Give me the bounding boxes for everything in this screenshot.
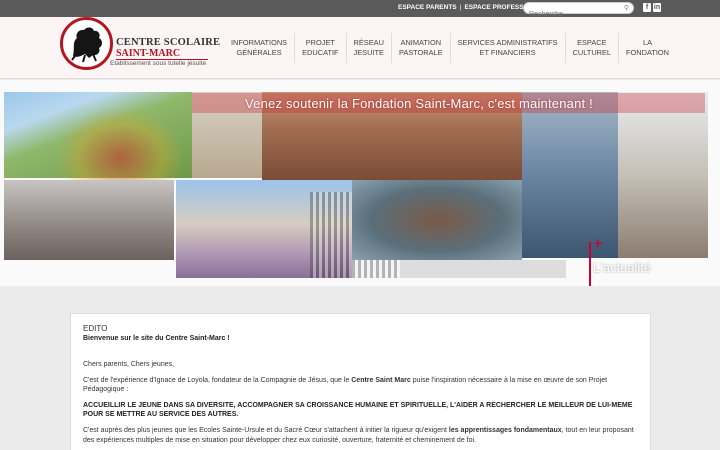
nav-item-animation-pastorale[interactable]: ANIMATION PASTORALE [392,33,451,63]
search-box: ⚲ [523,2,634,20]
photo-emblem-overlay [60,110,180,190]
main-nav: INFORMATIONS GÉNÉRALES PROJET EDUCATIF RÉS… [224,33,676,63]
top-links: ESPACE PARENTS | ESPACE PROFESSEURS [398,4,542,11]
edito-subtitle: Bienvenue sur le site du Centre Saint-Ma… [83,335,230,342]
photo-group [4,180,174,260]
edito-title: EDITO [83,324,108,333]
nav-item-projet-educatif[interactable]: PROJET EDUCATIF [295,33,347,63]
photo-stained-glass [522,92,618,258]
facebook-icon[interactable]: f [643,3,651,12]
nav-item-services[interactable]: SERVICES ADMINISTRATIFS ET FINANCIERS [451,33,566,63]
logo-title: CENTRE SCOLAIRE [116,37,221,48]
search-icon[interactable]: ⚲ [624,4,629,12]
photo-facade [618,92,708,258]
actualite-link[interactable]: L'actualité [593,260,651,275]
site-header: CENTRE SCOLAIRE SAINT-MARC Etablissement… [0,17,720,79]
hero-banner[interactable]: Venez soutenir la Fondation Saint-Marc, … [0,80,720,286]
site-logo[interactable]: CENTRE SCOLAIRE SAINT-MARC Etablissement… [60,17,220,75]
nav-item-fondation[interactable]: LA FONDATION [619,33,676,63]
edito-greeting: Chers parents, Chers jeunes, [83,361,175,368]
logo-subtitle: Etablissement sous tutelle jésuite [110,60,207,67]
banner-headline[interactable]: Venez soutenir la Fondation Saint-Marc, … [245,96,593,111]
edito-mission-statement: ACCUEILLIR LE JEUNE DANS SA DIVERSITE, A… [83,401,633,419]
top-bar: ESPACE PARENTS|ESPACE PROFESSEURS ⚲ f in [0,0,720,20]
nav-item-reseau-jesuite[interactable]: RÉSEAU JESUITE [347,33,392,63]
edito-section: EDITO Bienvenue sur le site du Centre Sa… [70,313,651,450]
photo-strip [400,260,566,278]
edito-paragraph: C'est auprès des plus jeunes que les Eco… [83,426,634,444]
actualite-plus-icon: + [594,235,603,251]
logo-title-name: SAINT-MARC [116,48,181,59]
griffin-emblem-icon [60,17,113,70]
social-links: f in [643,3,661,12]
espace-parents-link[interactable]: ESPACE PARENTS [398,4,457,11]
top-links-separator: | [459,4,462,11]
linkedin-icon[interactable]: in [653,3,661,12]
actualite-marker [589,242,591,286]
photo-crowd [352,180,522,260]
nav-item-espace-culturel[interactable]: ESPACE CULTUREL [566,33,620,63]
nav-item-informations[interactable]: INFORMATIONS GÉNÉRALES [224,33,296,63]
edito-paragraph: C'est de l'expérience d'Ignace de Loyola… [83,376,608,394]
